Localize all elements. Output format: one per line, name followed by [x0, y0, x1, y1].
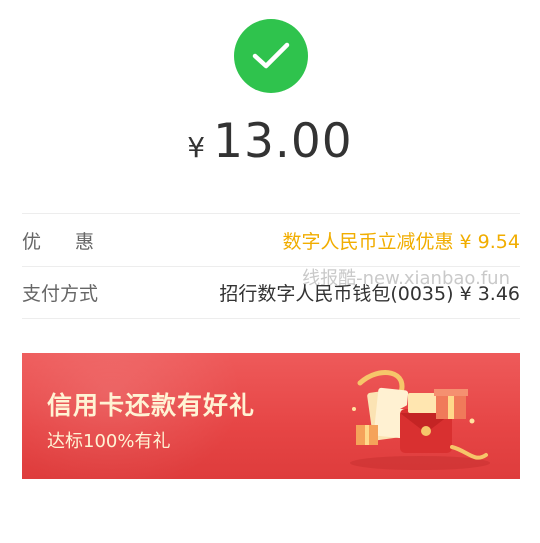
amount-value: 13.00: [213, 114, 353, 169]
payment-method-label: 支付方式: [22, 282, 99, 305]
discount-value: 数字人民币立减优惠 ¥ 9.54: [282, 230, 520, 253]
banner-title: 信用卡还款有好礼: [47, 391, 256, 420]
discount-row: 优惠 数字人民币立减优惠 ¥ 9.54: [22, 213, 520, 267]
success-check-icon: [234, 19, 308, 93]
checkmark-icon: [252, 42, 290, 69]
gift-envelope-icon: [350, 370, 490, 470]
discount-label: 优惠: [22, 230, 129, 253]
banner-subtitle: 达标100%有礼: [47, 431, 171, 452]
payment-method-row: 支付方式 招行数字人民币钱包(0035) ¥ 3.46: [22, 266, 520, 319]
payment-method-value: 招行数字人民币钱包(0035) ¥ 3.46: [219, 282, 520, 305]
promo-banner[interactable]: 信用卡还款有好礼 达标100%有礼: [22, 353, 520, 479]
currency-symbol: ¥: [187, 131, 206, 164]
payment-amount: ¥ 13.00: [0, 114, 540, 169]
